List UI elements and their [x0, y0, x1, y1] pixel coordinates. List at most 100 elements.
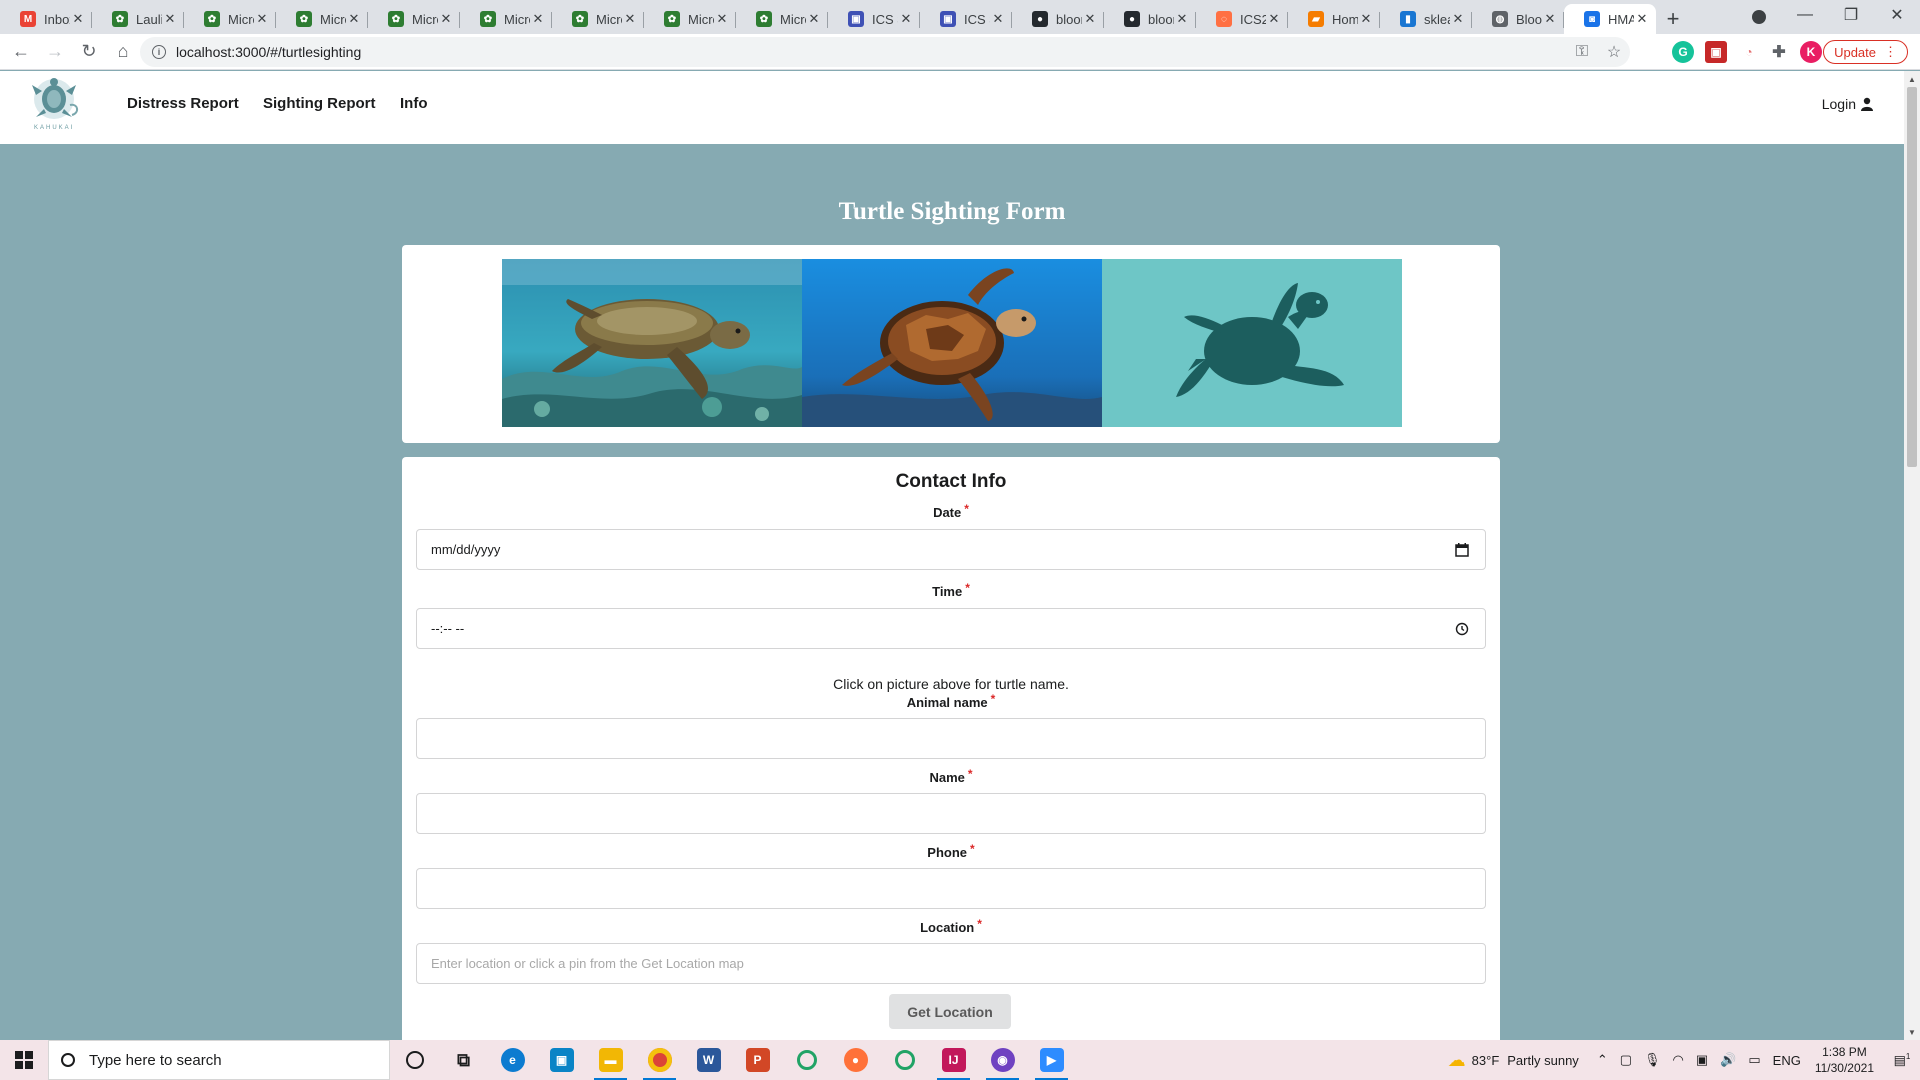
tab-close-icon[interactable]: ✕	[898, 11, 914, 27]
bookmark-star-icon[interactable]: ☆	[1598, 42, 1630, 62]
browser-tab[interactable]: ● bloom✕	[1104, 4, 1196, 34]
tab-close-icon[interactable]: ✕	[1450, 11, 1466, 27]
tab-close-icon[interactable]: ✕	[254, 11, 270, 27]
tab-close-icon[interactable]: ✕	[622, 11, 638, 27]
taskbar-app-green-2[interactable]	[880, 1040, 929, 1080]
browser-tab[interactable]: ▰ Hom ✕	[1288, 4, 1380, 34]
extension-icon[interactable]: ▣	[1705, 41, 1727, 63]
browser-tab[interactable]: ▣ ICS 3✕	[828, 4, 920, 34]
tab-close-icon[interactable]: ✕	[162, 11, 178, 27]
browser-tab[interactable]: ◙ HMA ✕	[1564, 4, 1656, 34]
tab-close-icon[interactable]: ✕	[1634, 11, 1650, 27]
weather-desc[interactable]: Partly sunny	[1507, 1053, 1579, 1068]
tab-close-icon[interactable]: ✕	[438, 11, 454, 27]
taskbar-powerpoint[interactable]: P	[733, 1040, 782, 1080]
taskbar-store[interactable]: ▣	[537, 1040, 586, 1080]
taskbar-app-green[interactable]	[782, 1040, 831, 1080]
cortana-button[interactable]	[390, 1040, 439, 1080]
site-info-icon[interactable]: i	[152, 45, 166, 59]
extensions-puzzle-icon[interactable]: ✚	[1768, 41, 1790, 63]
browser-tab[interactable]: ✿ Microsoft✕	[552, 4, 644, 34]
battery-icon[interactable]: ▭	[1748, 1052, 1760, 1068]
tab-close-icon[interactable]: ✕	[1358, 11, 1374, 27]
browser-tab[interactable]: ✿ Microsoft✕	[368, 4, 460, 34]
monitor-icon[interactable]: ▣	[1696, 1052, 1708, 1068]
phone-input[interactable]	[416, 868, 1486, 909]
scroll-down-arrow-icon[interactable]: ▼	[1908, 1028, 1916, 1037]
update-button[interactable]: Update ⋮	[1823, 40, 1908, 64]
tab-close-icon[interactable]: ✕	[714, 11, 730, 27]
browser-tab[interactable]: ▣ ICS 3✕	[920, 4, 1012, 34]
browser-tab[interactable]: ● bloom✕	[1012, 4, 1104, 34]
back-button[interactable]: ←	[4, 37, 38, 67]
tab-close-icon[interactable]: ✕	[1082, 11, 1098, 27]
scrollbar-thumb[interactable]	[1907, 87, 1917, 467]
browser-tab[interactable]: ◍ Bloo ✕	[1472, 4, 1564, 34]
nav-info[interactable]: Info	[400, 95, 428, 112]
reload-button[interactable]: ↻	[72, 37, 106, 67]
browser-tab[interactable]: ✿ Laulima✕	[92, 4, 184, 34]
tab-close-icon[interactable]: ✕	[1266, 11, 1282, 27]
task-view-button[interactable]: ⧉	[439, 1040, 488, 1080]
extension-icon-2[interactable]: ◔	[1738, 41, 1760, 63]
tab-close-icon[interactable]: ✕	[530, 11, 546, 27]
taskbar-search[interactable]: Type here to search	[48, 1040, 390, 1080]
kahukai-logo[interactable]: KAHUKAI	[26, 75, 86, 137]
url-text[interactable]: localhost:3000/#/turtlesighting	[176, 44, 1566, 60]
turtle-silhouette-image[interactable]	[1102, 259, 1402, 427]
taskbar-chrome[interactable]	[635, 1040, 684, 1080]
taskbar-file-explorer[interactable]: ▬	[586, 1040, 635, 1080]
clock-icon[interactable]	[1453, 620, 1471, 638]
notifications-icon[interactable]: ▤1	[1884, 1052, 1920, 1068]
login-button[interactable]: Login	[1822, 96, 1874, 112]
taskbar-zoom[interactable]: ▶	[1027, 1040, 1076, 1080]
animal-name-input[interactable]	[416, 718, 1486, 759]
address-bar[interactable]: i localhost:3000/#/turtlesighting ⚿ ☆	[140, 37, 1630, 67]
browser-tab[interactable]: ✿ Microsoft✕	[644, 4, 736, 34]
minimize-button[interactable]: —	[1782, 0, 1828, 30]
tab-close-icon[interactable]: ✕	[70, 11, 86, 27]
turtle-photo-green-sea-turtle[interactable]	[502, 259, 802, 427]
nav-distress-report[interactable]: Distress Report	[127, 95, 239, 112]
home-button[interactable]: ⌂	[106, 37, 140, 67]
weather-icon[interactable]: ☁	[1448, 1050, 1466, 1071]
time-field[interactable]: --:-- --	[416, 608, 1486, 649]
grammarly-extension-icon[interactable]: G	[1672, 41, 1694, 63]
start-button[interactable]	[0, 1040, 48, 1080]
taskbar-github-desktop[interactable]: ◉	[978, 1040, 1027, 1080]
calendar-icon[interactable]	[1453, 541, 1471, 559]
volume-icon[interactable]: 🔊	[1720, 1052, 1736, 1068]
clock[interactable]: 1:38 PM 11/30/2021	[1815, 1044, 1874, 1076]
browser-tab[interactable]: ✿ Microsoft✕	[276, 4, 368, 34]
turtle-photo-hawksbill[interactable]	[802, 259, 1102, 427]
name-input[interactable]	[416, 793, 1486, 834]
show-hidden-icons[interactable]: ⌃	[1597, 1052, 1608, 1068]
taskbar-intellij[interactable]: IJ	[929, 1040, 978, 1080]
browser-tab[interactable]: ✿ Microsoft✕	[184, 4, 276, 34]
profile-avatar[interactable]: K	[1800, 41, 1822, 63]
microphone-icon[interactable]: 🎙	[1644, 1052, 1661, 1068]
taskbar-word[interactable]: W	[684, 1040, 733, 1080]
browser-tab[interactable]: M Inbox✕	[0, 4, 92, 34]
tab-close-icon[interactable]: ✕	[346, 11, 362, 27]
browser-tab[interactable]: ✿ Microsoft✕	[460, 4, 552, 34]
browser-tab[interactable]: ✿ Microsoft✕	[736, 4, 828, 34]
scroll-up-arrow-icon[interactable]: ▲	[1908, 75, 1916, 84]
nav-sighting-report[interactable]: Sighting Report	[263, 95, 376, 112]
date-field[interactable]: mm/dd/yyyy	[416, 529, 1486, 570]
tab-close-icon[interactable]: ✕	[990, 11, 1006, 27]
forward-button[interactable]: →	[38, 37, 72, 67]
tab-close-icon[interactable]: ✕	[1542, 11, 1558, 27]
meet-now-icon[interactable]: ▢	[1620, 1052, 1632, 1068]
get-location-button[interactable]: Get Location	[889, 994, 1011, 1029]
close-window-button[interactable]: ✕	[1874, 0, 1920, 30]
page-scrollbar[interactable]: ▲ ▼	[1904, 71, 1920, 1041]
location-input[interactable]: Enter location or click a pin from the G…	[416, 943, 1486, 984]
taskbar-firefox[interactable]: ●	[831, 1040, 880, 1080]
maximize-button[interactable]: ❐	[1828, 0, 1874, 30]
key-icon[interactable]: ⚿	[1566, 43, 1598, 61]
browser-tab[interactable]: ◌ ICS23✕	[1196, 4, 1288, 34]
network-icon[interactable]: ◠	[1673, 1052, 1684, 1068]
taskbar-edge[interactable]: e	[488, 1040, 537, 1080]
browser-tab[interactable]: ▮ sklea✕	[1380, 4, 1472, 34]
